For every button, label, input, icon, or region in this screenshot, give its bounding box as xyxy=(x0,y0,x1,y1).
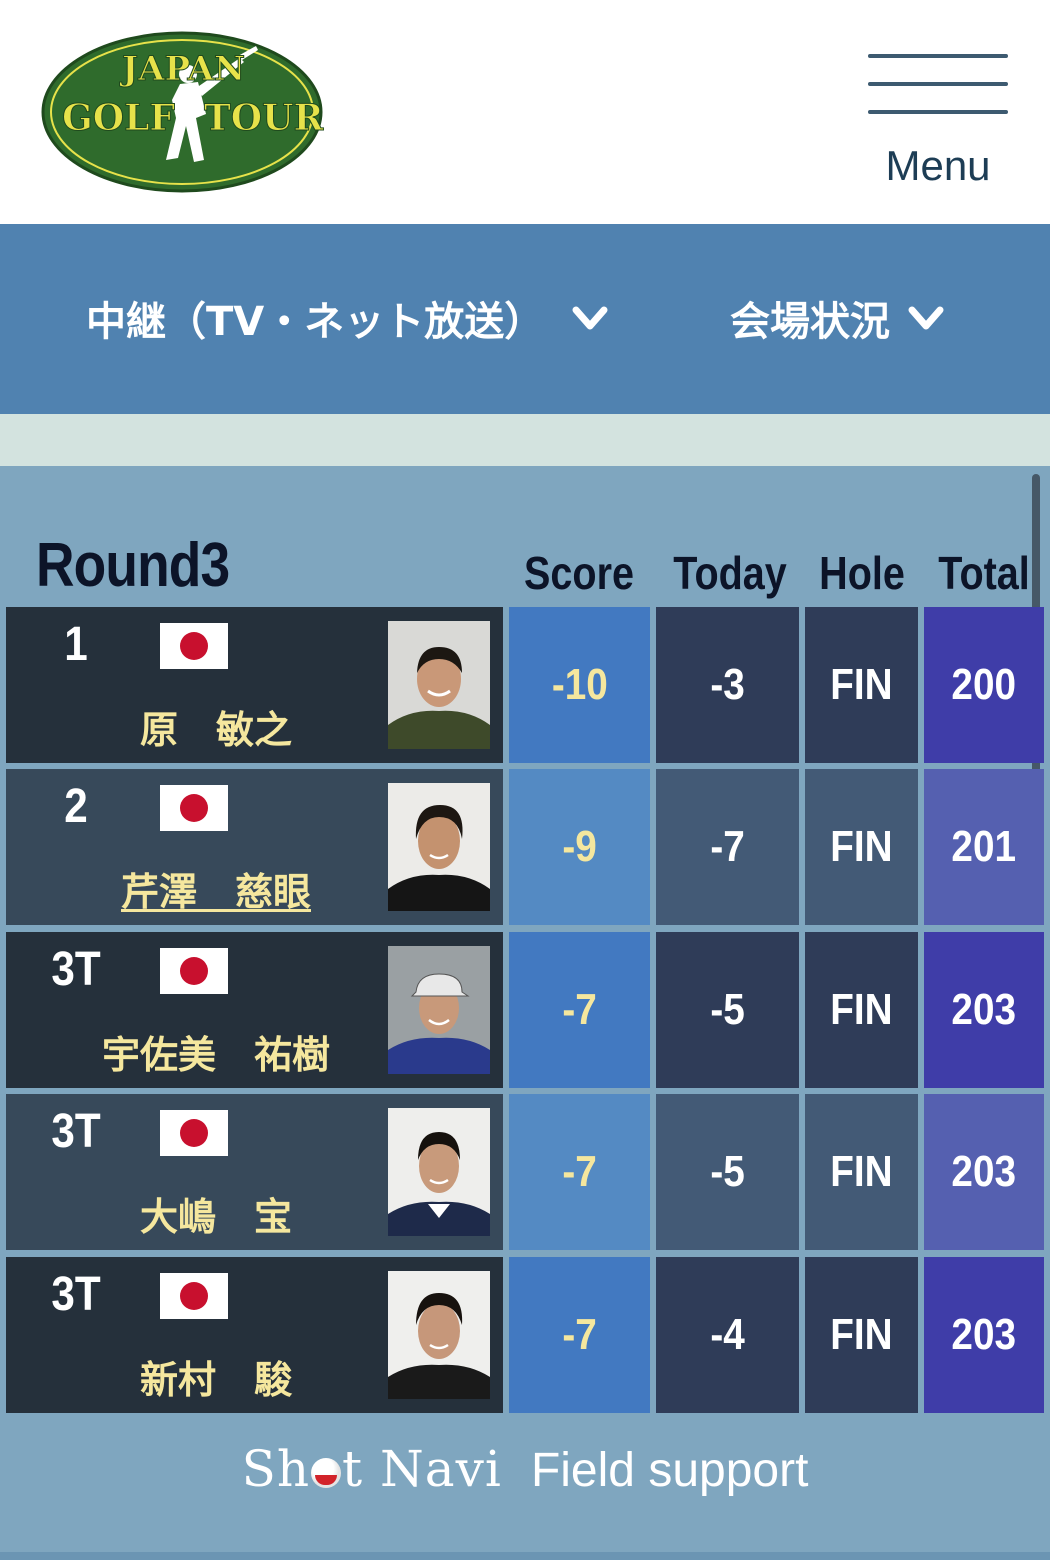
sponsor-tagline: Field support xyxy=(530,1444,809,1497)
player-name[interactable]: 新村 駿 xyxy=(46,1349,386,1404)
rank: 3T xyxy=(51,1105,101,1158)
hole-cell: FIN xyxy=(805,1257,918,1413)
hamburger-line-icon xyxy=(868,82,1008,86)
player-photo xyxy=(388,946,490,1074)
golf-ball-icon xyxy=(311,1458,342,1488)
table-row[interactable]: 3T 新村 駿 -7 -4 FIN 203 xyxy=(6,1257,1046,1413)
total-cell: 203 xyxy=(924,1094,1044,1250)
column-header-today: Today xyxy=(673,547,787,599)
japan-flag-icon xyxy=(160,948,228,994)
hole-cell: FIN xyxy=(805,1094,918,1250)
player-name[interactable]: 宇佐美 祐樹 xyxy=(46,1024,386,1079)
japan-flag-icon xyxy=(160,1273,228,1319)
today-cell: -4 xyxy=(656,1257,799,1413)
table-row[interactable]: 1 原 敏之 -10 -3 FIN 200 xyxy=(6,607,1046,763)
chevron-down-icon xyxy=(908,306,944,330)
column-header-hole: Hole xyxy=(819,547,905,599)
svg-text:TOUR: TOUR xyxy=(204,97,324,139)
divider-band xyxy=(0,414,1050,466)
rank: 2 xyxy=(64,780,88,833)
hole-cell: FIN xyxy=(805,769,918,925)
shot-navi-logo: Sh t Navi xyxy=(241,1440,502,1498)
round-title: Round3 xyxy=(36,531,230,600)
total-cell: 201 xyxy=(924,769,1044,925)
column-header-total: Total xyxy=(938,547,1030,599)
player-cell[interactable]: 3T 宇佐美 祐樹 xyxy=(6,932,503,1088)
rank: 3T xyxy=(51,1268,101,1321)
player-cell[interactable]: 3T 大嶋 宝 xyxy=(6,1094,503,1250)
shot-navi-sponsor[interactable]: Sh t Navi Field support xyxy=(0,1440,1050,1510)
player-name[interactable]: 大嶋 宝 xyxy=(46,1186,386,1241)
column-header-score: Score xyxy=(524,547,634,599)
player-cell[interactable]: 2 芹澤 慈眼 xyxy=(6,769,503,925)
japan-flag-icon xyxy=(160,785,228,831)
player-name[interactable]: 原 敏之 xyxy=(46,699,386,754)
nav-bar: 中継（TV・ネット放送） 会場状況 xyxy=(0,224,1050,414)
player-photo xyxy=(388,783,490,911)
total-cell: 203 xyxy=(924,932,1044,1088)
player-photo xyxy=(388,1271,490,1399)
japan-flag-icon xyxy=(160,623,228,669)
score-cell: -7 xyxy=(509,1257,650,1413)
score-cell: -7 xyxy=(509,1094,650,1250)
total-cell: 200 xyxy=(924,607,1044,763)
broadcast-dropdown[interactable]: 中継（TV・ネット放送） xyxy=(86,288,610,348)
hole-cell: FIN xyxy=(805,607,918,763)
player-cell[interactable]: 1 原 敏之 xyxy=(6,607,503,763)
score-cell: -10 xyxy=(509,607,650,763)
hamburger-line-icon xyxy=(868,110,1008,114)
table-row[interactable]: 3T 大嶋 宝 -7 -5 FIN 203 xyxy=(6,1094,1046,1250)
chevron-down-icon xyxy=(572,306,608,330)
japan-golf-tour-logo[interactable]: JAPAN GOLF TOUR xyxy=(40,30,325,194)
svg-text:GOLF: GOLF xyxy=(62,97,175,139)
table-row[interactable]: 3T 宇佐美 祐樹 -7 -5 FIN 203 xyxy=(6,932,1046,1088)
table-row[interactable]: 2 芹澤 慈眼 -9 -7 FIN 201 xyxy=(6,769,1046,925)
menu-button[interactable]: Menu xyxy=(866,54,1010,194)
today-cell: -7 xyxy=(656,769,799,925)
today-cell: -5 xyxy=(656,1094,799,1250)
venue-status-label: 会場状況 xyxy=(730,299,890,345)
japan-flag-icon xyxy=(160,1110,228,1156)
rank: 1 xyxy=(64,618,88,671)
today-cell: -5 xyxy=(656,932,799,1088)
hamburger-line-icon xyxy=(868,54,1008,58)
svg-text:JAPAN: JAPAN xyxy=(119,49,245,89)
total-cell: 203 xyxy=(924,1257,1044,1413)
score-cell: -9 xyxy=(509,769,650,925)
player-photo xyxy=(388,621,490,749)
player-name-link[interactable]: 芹澤 慈眼 xyxy=(46,861,386,916)
venue-status-dropdown[interactable]: 会場状況 xyxy=(730,288,946,348)
player-photo xyxy=(388,1108,490,1236)
player-cell[interactable]: 3T 新村 駿 xyxy=(6,1257,503,1413)
today-cell: -3 xyxy=(656,607,799,763)
score-cell: -7 xyxy=(509,932,650,1088)
broadcast-label: 中継（TV・ネット放送） xyxy=(86,299,545,345)
site-header: JAPAN GOLF TOUR Menu xyxy=(0,0,1050,224)
divider xyxy=(0,1552,1050,1560)
menu-label: Menu xyxy=(885,142,991,189)
hole-cell: FIN xyxy=(805,932,918,1088)
rank: 3T xyxy=(51,943,101,996)
